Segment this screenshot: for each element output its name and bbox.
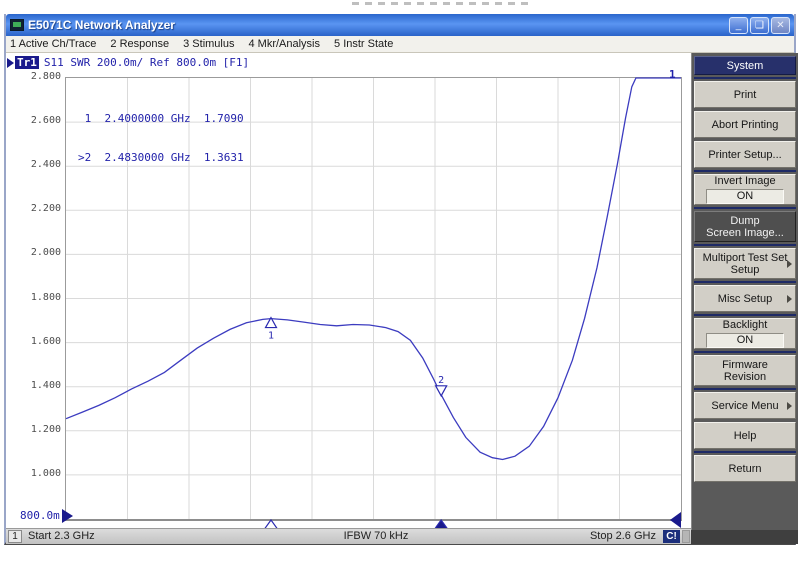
y-axis-tick-label: 2.200 <box>8 203 61 214</box>
y-axis-tick-label: 1.600 <box>8 336 61 347</box>
marker-2-triangle-icon[interactable] <box>436 386 447 396</box>
marker-1-number: 1 <box>268 331 274 342</box>
submenu-arrow-icon <box>787 402 792 410</box>
softkey-abort-printing[interactable]: Abort Printing <box>694 111 796 138</box>
marker-readout-row-2: >2 2.4830000 GHz 1.3631 <box>78 151 244 164</box>
y-axis-tick-label: 2.600 <box>8 115 61 126</box>
softkey-help[interactable]: Help <box>694 422 796 449</box>
instrument-screen: Tr1 S11 SWR 200.0m/ Ref 800.0m [F1] 1 2 2… <box>6 53 689 544</box>
softkey-menu-title: System <box>694 56 796 75</box>
y-axis-tick-label: 1.000 <box>8 468 61 479</box>
sidebar-filler <box>691 530 798 544</box>
menu-item-active-ch-trace[interactable]: 1 Active Ch/Trace <box>10 38 96 50</box>
marker-2-number: 2 <box>438 375 444 386</box>
minimize-button[interactable]: _ <box>729 17 748 34</box>
softkey-print[interactable]: Print <box>694 81 796 108</box>
sidebar-separator <box>694 314 796 316</box>
reference-level-label: 800.0m <box>20 509 60 522</box>
start-frequency-label: Start 2.3 GHz <box>28 530 95 542</box>
sidebar-separator <box>694 244 796 246</box>
status-bar: 1 Start 2.3 GHz IFBW 70 kHz Stop 2.6 GHz… <box>6 528 691 544</box>
status-spare-box <box>682 530 690 543</box>
softkey-service-menu[interactable]: Service Menu <box>694 392 796 419</box>
marker-readout: 1 2.4000000 GHz 1.7090 >2 2.4830000 GHz … <box>78 86 244 190</box>
desktop: E5071C Network Analyzer _ ❏ ✕ 1 Active C… <box>0 0 800 567</box>
y-axis-tick-label: 2.800 <box>8 71 61 82</box>
title-bar[interactable]: E5071C Network Analyzer _ ❏ ✕ <box>6 14 794 36</box>
softkey-printer-setup[interactable]: Printer Setup... <box>694 141 796 168</box>
y-axis-tick-label: 1.200 <box>8 424 61 435</box>
menu-item-instr-state[interactable]: 5 Instr State <box>334 38 393 50</box>
restore-button[interactable]: ❏ <box>750 17 769 34</box>
trace-status-line: Tr1 S11 SWR 200.0m/ Ref 800.0m [F1] <box>7 55 249 70</box>
sidebar-separator <box>694 77 796 79</box>
menu-item-mkr-analysis[interactable]: 4 Mkr/Analysis <box>248 38 320 50</box>
menu-bar: 1 Active Ch/Trace 2 Response 3 Stimulus … <box>6 36 794 53</box>
softkey-multiport-test-set-setup[interactable]: Multiport Test Set Setup <box>694 248 796 279</box>
backlight-state: ON <box>706 333 784 348</box>
menu-item-response[interactable]: 2 Response <box>110 38 169 50</box>
window-title: E5071C Network Analyzer <box>28 18 729 32</box>
submenu-arrow-icon <box>787 260 792 268</box>
close-button[interactable]: ✕ <box>771 17 790 34</box>
softkey-backlight[interactable]: Backlight ON <box>694 318 796 349</box>
active-trace-arrow-icon <box>7 58 14 68</box>
softkey-sidebar: System Print Abort Printing Printer Setu… <box>691 53 798 544</box>
invert-image-state: ON <box>706 189 784 204</box>
submenu-arrow-icon <box>787 295 792 303</box>
y-axis-tick-label: 1.800 <box>8 292 61 303</box>
sidebar-separator <box>694 451 796 453</box>
trace-format-text: S11 SWR 200.0m/ Ref 800.0m [F1] <box>44 56 249 69</box>
sidebar-separator <box>694 170 796 172</box>
y-axis-tick-label: 2.000 <box>8 247 61 258</box>
softkey-return[interactable]: Return <box>694 455 796 482</box>
main-content: Tr1 S11 SWR 200.0m/ Ref 800.0m [F1] 1 2 2… <box>6 53 794 544</box>
softkey-invert-image[interactable]: Invert Image ON <box>694 174 796 205</box>
sweep-position-arrow-icon <box>670 512 681 528</box>
sidebar-separator <box>694 207 796 209</box>
trace-number-label: 1 <box>669 68 676 81</box>
y-axis-tick-label: 1.400 <box>8 380 61 391</box>
analyzer-window: E5071C Network Analyzer _ ❏ ✕ 1 Active C… <box>4 14 796 545</box>
channel-number-box: 1 <box>8 530 22 543</box>
sidebar-separator <box>694 388 796 390</box>
trace-name-badge[interactable]: Tr1 <box>15 56 39 69</box>
y-axis-tick-label: 2.400 <box>8 159 61 170</box>
app-icon <box>10 19 24 31</box>
ifbw-label: IFBW 70 kHz <box>306 530 446 542</box>
correction-status-badge: C! <box>663 530 680 543</box>
sidebar-separator <box>694 281 796 283</box>
marker-readout-row-1: 1 2.4000000 GHz 1.7090 <box>78 112 244 125</box>
stop-frequency-label: Stop 2.6 GHz <box>546 530 656 542</box>
softkey-firmware-revision[interactable]: Firmware Revision <box>694 355 796 386</box>
menu-item-stimulus[interactable]: 3 Stimulus <box>183 38 234 50</box>
softkey-dump-screen-image[interactable]: Dump Screen Image... <box>694 211 796 242</box>
cropped-text-fragment <box>352 2 530 5</box>
sidebar-separator <box>694 351 796 353</box>
softkey-misc-setup[interactable]: Misc Setup <box>694 285 796 312</box>
